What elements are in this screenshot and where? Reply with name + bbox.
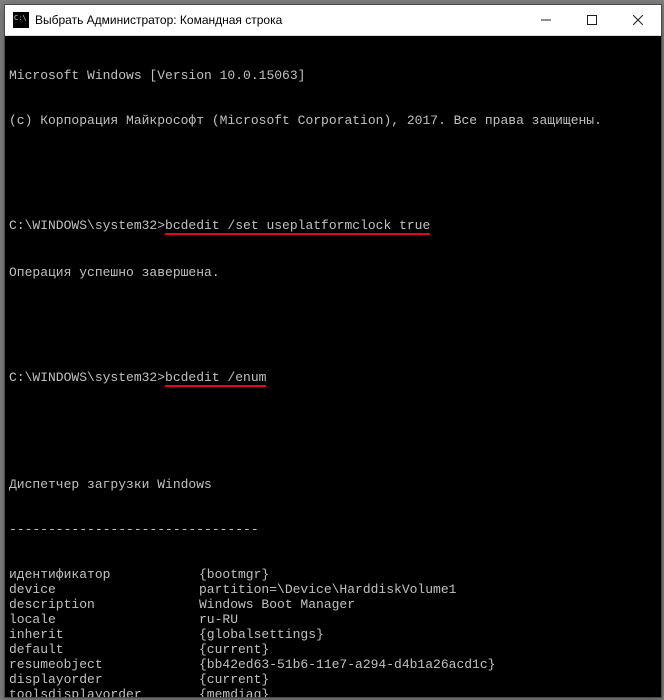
kv-row-inherit: inherit{globalsettings} xyxy=(9,627,657,642)
kv-key: inherit xyxy=(9,627,199,642)
section-boot-manager-title: Диспетчер загрузки Windows xyxy=(9,477,657,492)
kv-key: resumeobject xyxy=(9,657,199,672)
kv-row-description: descriptionWindows Boot Manager xyxy=(9,597,657,612)
cmd-window: Выбрать Администратор: Командная строка … xyxy=(4,4,662,698)
kv-key: description xyxy=(9,597,199,612)
cmd-icon xyxy=(13,12,29,28)
version-line: Microsoft Windows [Version 10.0.15063] xyxy=(9,68,657,83)
titlebar[interactable]: Выбрать Администратор: Командная строка xyxy=(5,5,661,36)
kv-row-locale: localeru-RU xyxy=(9,612,657,627)
kv-row-resumeobject: resumeobject{bb42ed63-51b6-11e7-a294-d4b… xyxy=(9,657,657,672)
kv-key: displayorder xyxy=(9,672,199,687)
terminal-area[interactable]: Microsoft Windows [Version 10.0.15063] (… xyxy=(5,36,661,697)
close-button[interactable] xyxy=(615,5,661,35)
prompt-line-2: C:\WINDOWS\system32>bcdedit /enum xyxy=(9,370,657,387)
window-controls xyxy=(523,5,661,35)
kv-row-идентификатор: идентификатор{bootmgr} xyxy=(9,567,657,582)
kv-value: {globalsettings} xyxy=(199,627,324,642)
kv-value: {current} xyxy=(199,672,269,687)
prompt-text: C:\WINDOWS\system32> xyxy=(9,370,165,385)
kv-key: идентификатор xyxy=(9,567,199,582)
kv-value: Windows Boot Manager xyxy=(199,597,355,612)
kv-row-toolsdisplayorder: toolsdisplayorder{memdiag} xyxy=(9,687,657,697)
kv-value: ru-RU xyxy=(199,612,238,627)
kv-key: default xyxy=(9,642,199,657)
kv-key: toolsdisplayorder xyxy=(9,687,199,697)
maximize-button[interactable] xyxy=(569,5,615,35)
prompt-text: C:\WINDOWS\system32> xyxy=(9,218,165,233)
kv-value: {bootmgr} xyxy=(199,567,269,582)
minimize-button[interactable] xyxy=(523,5,569,35)
command-1-result: Операция успешно завершена. xyxy=(9,265,657,280)
window-title: Выбрать Администратор: Командная строка xyxy=(35,13,523,27)
kv-value: {bb42ed63-51b6-11e7-a294-d4b1a26acd1c} xyxy=(199,657,495,672)
divider: -------------------------------- xyxy=(9,522,657,537)
kv-value: {memdiag} xyxy=(199,687,269,697)
prompt-line-1: C:\WINDOWS\system32>bcdedit /set useplat… xyxy=(9,218,657,235)
kv-value: partition=\Device\HarddiskVolume1 xyxy=(199,582,456,597)
kv-key: locale xyxy=(9,612,199,627)
command-1: bcdedit /set useplatformclock true xyxy=(165,218,430,235)
copyright-line: (c) Корпорация Майкрософт (Microsoft Cor… xyxy=(9,113,657,128)
command-2: bcdedit /enum xyxy=(165,370,266,387)
kv-key: device xyxy=(9,582,199,597)
kv-row-default: default{current} xyxy=(9,642,657,657)
kv-row-device: devicepartition=\Device\HarddiskVolume1 xyxy=(9,582,657,597)
kv-row-displayorder: displayorder{current} xyxy=(9,672,657,687)
kv-value: {current} xyxy=(199,642,269,657)
